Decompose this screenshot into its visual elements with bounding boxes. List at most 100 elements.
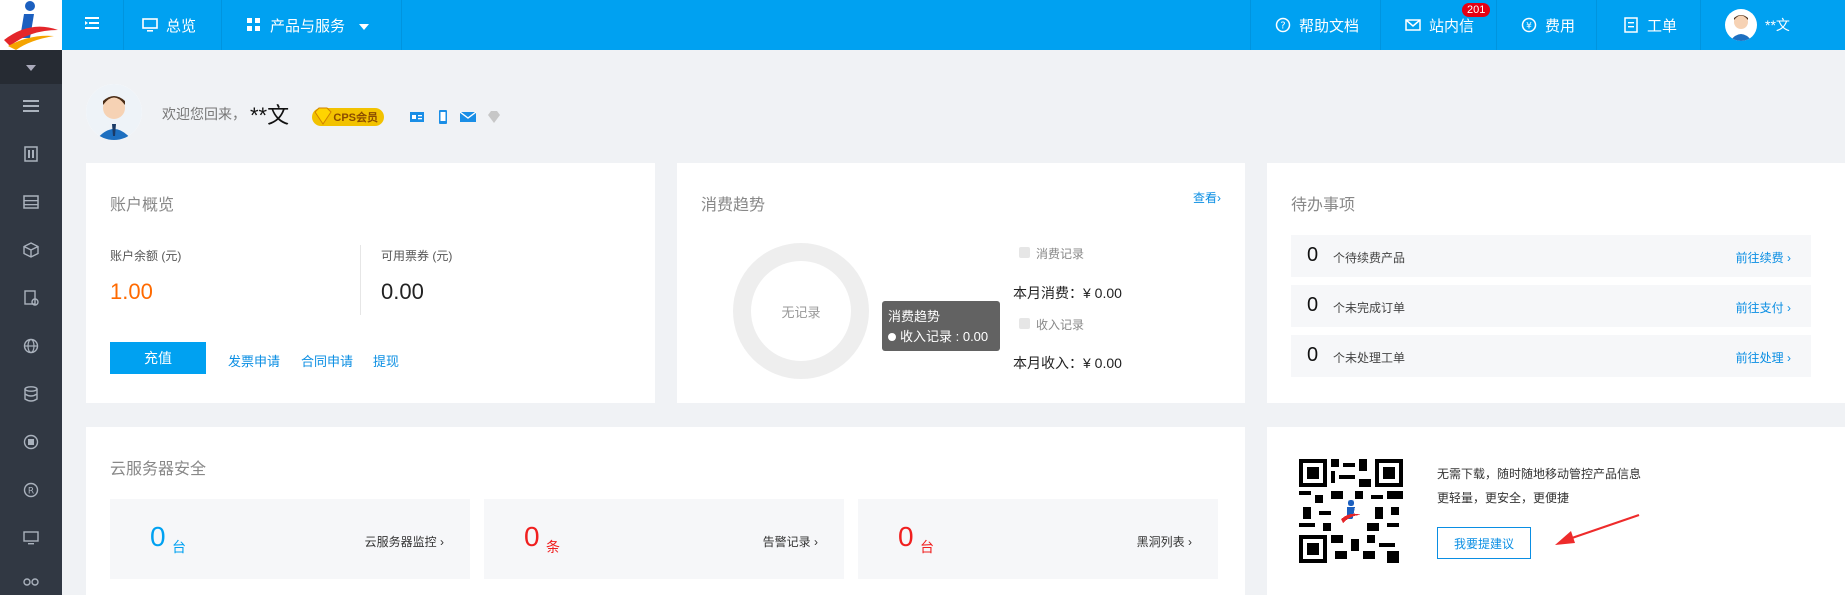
more-icon <box>23 574 39 592</box>
server-icon <box>24 145 38 167</box>
messages-count-badge: 201 <box>1462 3 1491 17</box>
sidebar-item-cube[interactable] <box>0 228 62 276</box>
tooltip-value: 收入记录 : 0.00 <box>900 329 989 344</box>
cps-member-label: CPS会员 <box>333 112 378 124</box>
shield-icon <box>23 434 39 455</box>
welcome-avatar <box>86 84 142 140</box>
svg-text:¥: ¥ <box>1526 22 1532 32</box>
cps-member-badge: CPS会员 <box>312 107 384 126</box>
nav-messages-label: 站内信 <box>1429 17 1475 35</box>
todo-row-orders: 0 个未完成订单 前往支付 › <box>1291 285 1811 327</box>
diamond-icon[interactable] <box>486 110 500 124</box>
balance-label: 账户余额 (元) <box>110 249 182 263</box>
chart-tooltip: 消费趋势 收入记录 : 0.00 <box>882 301 1000 351</box>
sidebar-item-registered[interactable]: R <box>0 468 62 516</box>
recharge-button[interactable]: 充值 <box>110 342 206 374</box>
blackhole-unit: 台 <box>920 539 934 555</box>
month-consume-text: 本月消费：¥ 0.00 <box>1013 285 1122 301</box>
svg-text:R: R <box>28 486 34 496</box>
svg-text:?: ? <box>1280 21 1285 32</box>
mobile-app-card: 无需下载，随时随地移动管控产品信息 更轻量，更安全，更便捷 我要提建议 <box>1267 427 1845 595</box>
sidebar-item-document[interactable] <box>0 276 62 324</box>
nav-fees[interactable]: ¥ 费用 <box>1496 0 1596 50</box>
user-menu[interactable]: **文 <box>1700 0 1845 50</box>
todo-label: 个待续费产品 <box>1333 251 1406 265</box>
legend-consume-swatch[interactable] <box>1019 247 1030 258</box>
todo-count: 0 <box>1307 344 1319 366</box>
database-icon <box>24 385 38 407</box>
consumption-donut-chart[interactable]: 无记录 <box>733 243 869 379</box>
id-card-icon[interactable] <box>410 110 424 124</box>
nav-help-docs[interactable]: ? 帮助文档 <box>1250 0 1380 50</box>
voucher-label: 可用票券 (元) <box>381 249 453 263</box>
month-income-text: 本月收入：¥ 0.00 <box>1013 355 1122 371</box>
alert-unit: 条 <box>546 539 560 555</box>
legend-consume-label[interactable]: 消费记录 <box>1036 245 1084 262</box>
mobile-tagline-2: 更轻量，更安全，更便捷 <box>1437 491 1570 505</box>
todo-label: 个未完成订单 <box>1333 301 1406 315</box>
alert-record-link[interactable]: 告警记录 › <box>763 533 818 550</box>
todo-label: 个未处理工单 <box>1333 351 1406 365</box>
consumption-trend-card: 消费趋势 查看› 无记录 消费趋势 收入记录 : 0.00 消费记录 本月消费：… <box>677 163 1245 403</box>
sidebar-item-database[interactable] <box>0 372 62 420</box>
trend-view-link[interactable]: 查看› <box>1193 189 1221 206</box>
email-icon[interactable] <box>459 110 477 124</box>
chevron-down-icon <box>359 17 370 34</box>
invoice-link[interactable]: 发票申请 <box>228 351 280 370</box>
server-count: 0 <box>150 521 166 552</box>
cube-icon <box>23 241 39 263</box>
blackhole-list-box: 0 台 黑洞列表 › <box>858 499 1218 579</box>
contract-link[interactable]: 合同申请 <box>301 351 353 370</box>
blackhole-list-link[interactable]: 黑洞列表 › <box>1137 533 1192 550</box>
tooltip-line: 收入记录 : 0.00 <box>888 327 994 347</box>
globe-icon <box>23 338 39 359</box>
sidebar-item-list[interactable] <box>0 84 62 132</box>
grid-icon <box>246 17 262 33</box>
nav-overview[interactable]: 总览 <box>124 0 222 50</box>
sidebar-item-monitor[interactable] <box>0 516 62 564</box>
go-handle-link[interactable]: 前往处理 › <box>1736 349 1791 366</box>
sidebar-collapse-toggle[interactable] <box>0 50 62 84</box>
sidebar-item-globe[interactable] <box>0 324 62 372</box>
sidebar-item-server[interactable] <box>0 132 62 180</box>
suggest-button[interactable]: 我要提建议 <box>1437 527 1531 559</box>
top-navbar: 总览 产品与服务 ? 帮助文档 站内信 201 ¥ 费用 工单 **文 <box>0 0 1845 50</box>
nav-overview-label: 总览 <box>166 17 197 35</box>
legend-income-swatch[interactable] <box>1019 318 1030 329</box>
welcome-greeting: 欢迎您回来， <box>162 106 246 122</box>
go-pay-link[interactable]: 前往支付 › <box>1736 299 1791 316</box>
nav-products[interactable]: 产品与服务 <box>222 0 402 50</box>
sidebar-item-shield[interactable] <box>0 420 62 468</box>
legend-income-label[interactable]: 收入记录 <box>1036 316 1084 333</box>
nav-help-docs-label: 帮助文档 <box>1299 17 1360 35</box>
todo-row-renew: 0 个待续费产品 前往续费 › <box>1291 235 1811 277</box>
logo[interactable] <box>0 0 62 50</box>
table-icon <box>23 194 39 214</box>
blackhole-count: 0 <box>898 521 914 552</box>
go-renew-link[interactable]: 前往续费 › <box>1736 249 1791 266</box>
voucher-value: 0.00 <box>381 279 424 304</box>
server-monitor-link[interactable]: 云服务器监控 › <box>365 533 444 550</box>
mail-icon <box>1405 17 1421 33</box>
caret-down-icon <box>26 58 36 76</box>
monitor-icon <box>142 17 158 33</box>
menu-toggle[interactable] <box>62 0 124 50</box>
sidebar-item-table[interactable] <box>0 180 62 228</box>
red-arrow-annotation <box>1555 513 1640 545</box>
qr-code-image <box>1299 459 1403 563</box>
menu-fold-icon <box>84 16 101 34</box>
nav-products-label: 产品与服务 <box>270 17 346 35</box>
nav-tickets[interactable]: 工单 <box>1596 0 1700 50</box>
sidebar-item-more[interactable] <box>0 564 62 592</box>
withdraw-link[interactable]: 提现 <box>373 351 399 370</box>
todo-count: 0 <box>1307 294 1319 316</box>
nav-fees-label: 费用 <box>1545 17 1576 35</box>
balance-value: 1.00 <box>110 279 153 304</box>
alert-count: 0 <box>524 521 540 552</box>
phone-icon[interactable] <box>436 110 450 124</box>
alert-record-box: 0 条 告警记录 › <box>484 499 844 579</box>
monitor-icon <box>23 530 39 551</box>
welcome-user-name: **文 <box>250 103 290 128</box>
ticket-icon <box>1623 17 1639 33</box>
sidebar: R <box>0 50 62 595</box>
